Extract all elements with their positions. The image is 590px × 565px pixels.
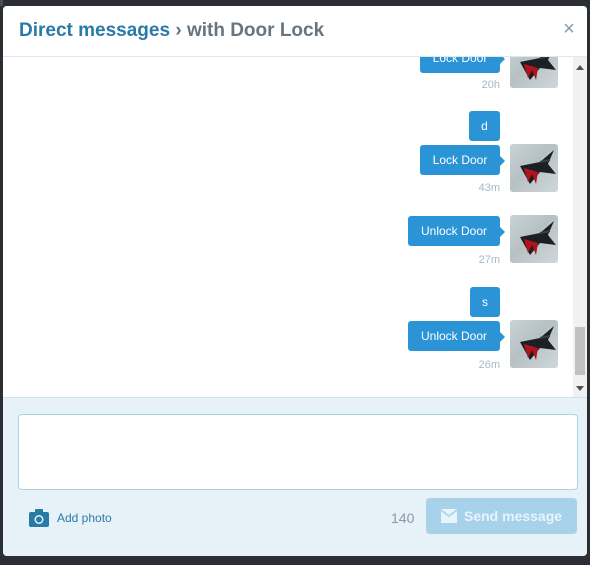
send-message-button[interactable]: Send message [426, 498, 577, 534]
message-bubble: Lock Door [420, 145, 505, 175]
scroll-thumb[interactable] [575, 327, 585, 375]
message-time: 20h [481, 79, 500, 91]
add-photo-label: Add photo [57, 511, 112, 525]
avatar[interactable] [510, 57, 558, 88]
close-icon: × [563, 18, 575, 40]
message-bubble: Unlock Door [408, 321, 505, 351]
conversation-name: with Door Lock [186, 20, 325, 41]
avatar-hummingbird [520, 150, 556, 184]
message-bubble: s [470, 287, 500, 317]
direct-messages-link[interactable]: Direct messages [19, 20, 170, 41]
message-input[interactable] [18, 414, 578, 490]
thread-scrollbar[interactable] [573, 57, 587, 397]
send-message-label: Send message [464, 508, 563, 524]
title-separator: › [170, 20, 187, 41]
message-bubble: Lock Door [420, 57, 505, 73]
dm-dialog: Direct messages › with Door Lock × Lock … [3, 6, 587, 556]
avatar-hummingbird [520, 57, 556, 80]
avatar[interactable] [510, 144, 558, 192]
scroll-down-icon[interactable] [576, 386, 584, 391]
message-time: 27m [478, 254, 500, 266]
character-count: 140 [391, 510, 415, 526]
close-button[interactable]: × [560, 19, 578, 39]
avatar-hummingbird [520, 326, 556, 360]
dialog-title: Direct messages › with Door Lock [19, 20, 324, 42]
message-time: 26m [478, 359, 500, 371]
camera-icon [29, 509, 49, 527]
message-time: 43m [478, 182, 500, 194]
envelope-icon [441, 509, 457, 523]
message-thread[interactable]: Lock Door 20h d Lock Door 43m Unlock Doo… [3, 57, 573, 397]
avatar[interactable] [510, 320, 558, 368]
message-bubble: Unlock Door [408, 216, 505, 246]
message-composer: Add photo 140 Send message [3, 397, 587, 556]
scroll-up-icon[interactable] [576, 65, 584, 70]
avatar-hummingbird [520, 221, 556, 255]
message-bubble: d [469, 111, 500, 141]
add-photo-button[interactable]: Add photo [29, 509, 112, 527]
dialog-header: Direct messages › with Door Lock × [3, 6, 587, 57]
avatar[interactable] [510, 215, 558, 263]
